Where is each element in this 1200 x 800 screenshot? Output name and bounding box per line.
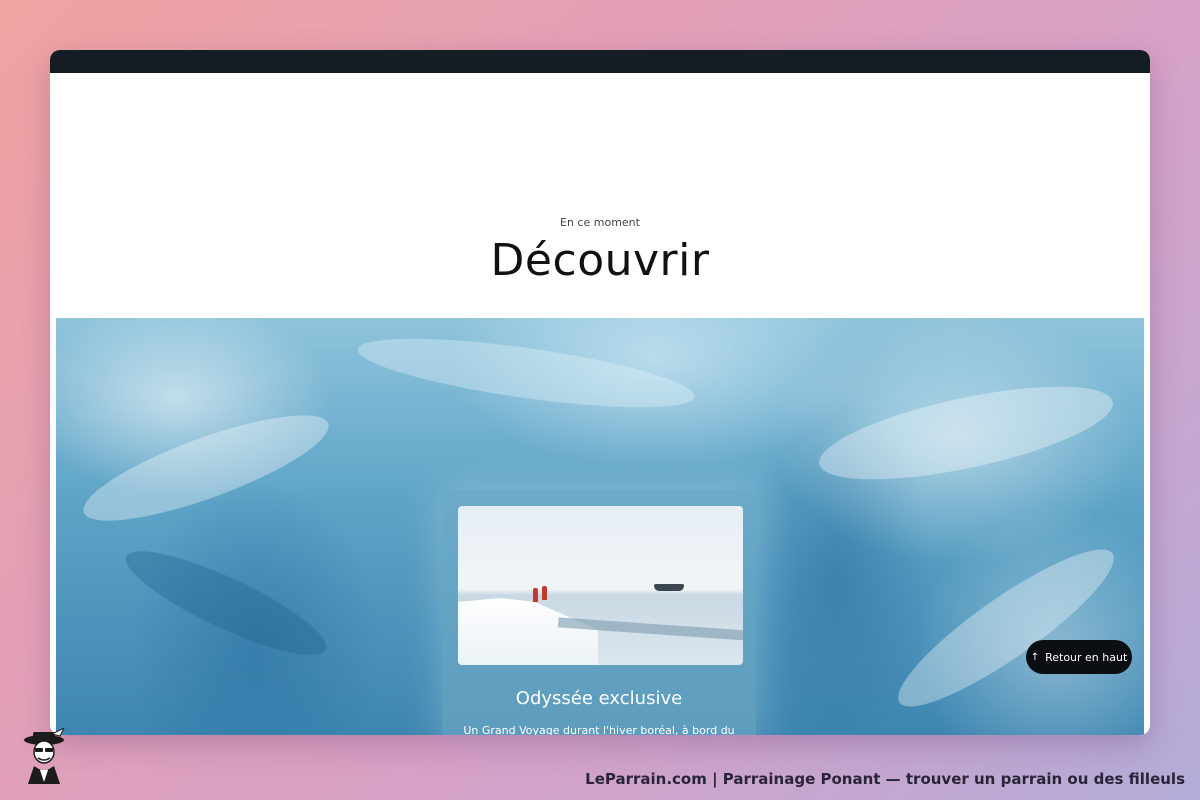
explorer-figure [533, 588, 538, 602]
ship-hull [654, 584, 684, 591]
card-image[interactable] [458, 506, 743, 665]
explorer-figure [542, 586, 547, 600]
ice-ridge [812, 367, 1120, 499]
footer-caption: LeParrain.com | Parrainage Ponant — trou… [585, 770, 1185, 788]
back-to-top-label: Retour en haut [1045, 650, 1128, 664]
ice-ridge [354, 324, 698, 422]
card-description: Un Grand Voyage durant l'hiver boréal, à… [463, 724, 735, 735]
ice-shelf [458, 598, 598, 665]
browser-window: En ce moment Découvrir Odyssée exclusive… [50, 50, 1150, 735]
page-title: Découvrir [490, 235, 710, 286]
ice-ridge [882, 528, 1130, 728]
arrow-up-icon: ↑ [1030, 651, 1040, 663]
ice-ridge [115, 533, 337, 673]
top-bar [50, 50, 1150, 73]
back-to-top-button[interactable]: ↑ Retour en haut [1026, 640, 1132, 674]
featured-card[interactable]: Odyssée exclusive Un Grand Voyage durant… [442, 490, 756, 735]
hero-glacier-image: Odyssée exclusive Un Grand Voyage durant… [56, 318, 1144, 735]
section-eyebrow: En ce moment [560, 216, 640, 229]
leparrain-logo [24, 728, 65, 784]
section-header: En ce moment Découvrir [50, 73, 1150, 318]
ice-ridge [73, 395, 339, 541]
card-title[interactable]: Odyssée exclusive [442, 688, 756, 709]
